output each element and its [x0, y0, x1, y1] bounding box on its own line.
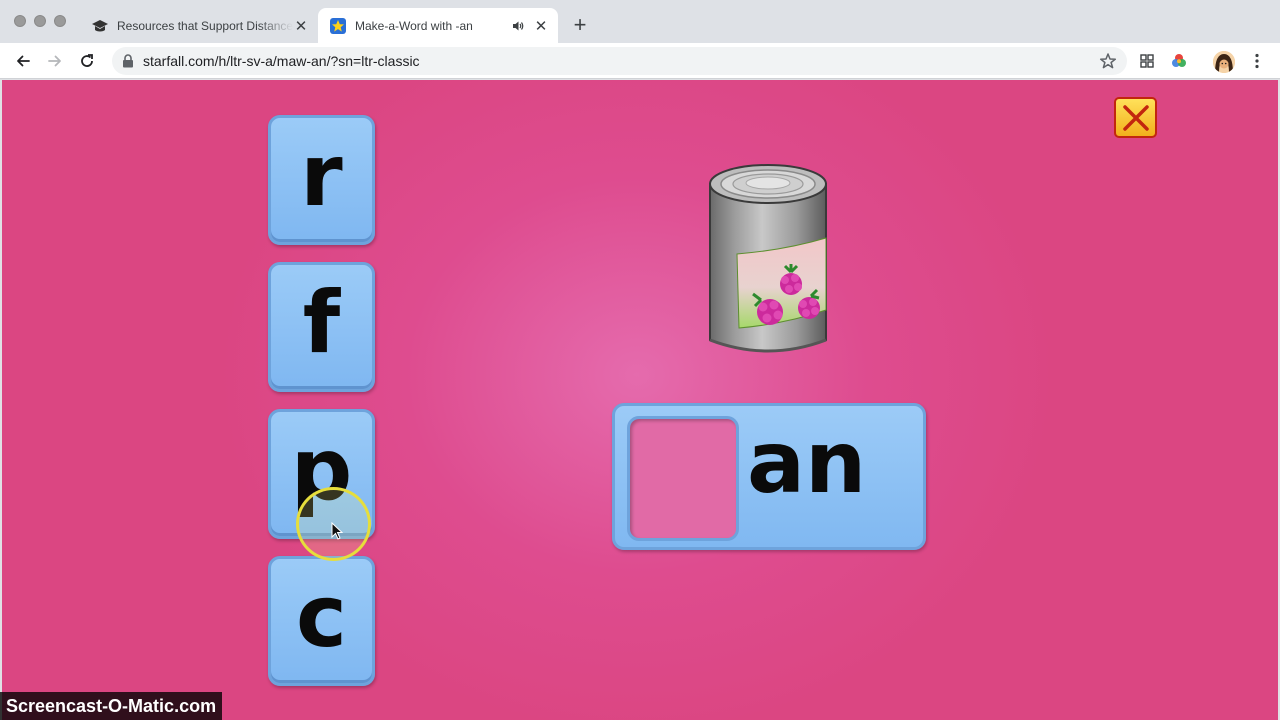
- letter: r: [300, 126, 343, 226]
- letter: f: [302, 273, 341, 373]
- color-wheel-icon: [1172, 54, 1186, 67]
- forward-arrow-icon: [48, 55, 61, 67]
- tab-close-icon[interactable]: ✕: [293, 18, 309, 35]
- back-arrow-icon: [17, 55, 30, 67]
- can-picture: [709, 164, 827, 353]
- kebab-menu-icon: [1255, 53, 1259, 69]
- tab-title: Resources that Support Distance Learning: [117, 18, 293, 33]
- address-bar[interactable]: starfall.com/h/ltr-sv-a/maw-an/?sn=ltr-c…: [112, 47, 1127, 75]
- extension-grid-button[interactable]: [1135, 49, 1159, 73]
- letter-tile-r[interactable]: r: [268, 115, 375, 245]
- letter-tile-f[interactable]: f: [268, 262, 375, 392]
- starfall-star-icon: [330, 17, 346, 34]
- back-button[interactable]: [11, 49, 35, 73]
- window-zoom-dot[interactable]: [54, 15, 66, 27]
- game-area: r f p c an: [2, 80, 1278, 720]
- screencast-watermark: Screencast-O-Matic.com: [0, 692, 223, 720]
- word-ending: an: [747, 413, 867, 513]
- browser-toolbar: starfall.com/h/ltr-sv-a/maw-an/?sn=ltr-c…: [0, 43, 1280, 79]
- bookmark-star-icon[interactable]: [1099, 52, 1117, 70]
- new-tab-button[interactable]: +: [568, 12, 592, 37]
- grid-extension-icon: [1140, 54, 1154, 68]
- color-extension-button[interactable]: [1167, 49, 1191, 73]
- letter: c: [296, 567, 347, 667]
- forward-button[interactable]: [43, 49, 67, 73]
- menu-button[interactable]: [1245, 49, 1269, 73]
- letter-tile-c[interactable]: c: [268, 556, 375, 686]
- url-text[interactable]: starfall.com/h/ltr-sv-a/maw-an/?sn=ltr-c…: [143, 53, 420, 69]
- profile-avatar[interactable]: [1213, 51, 1235, 73]
- reload-icon: [81, 54, 93, 67]
- window-close-dot[interactable]: [14, 15, 26, 27]
- word-builder: an: [612, 403, 926, 550]
- letter-drop-slot[interactable]: [627, 416, 739, 541]
- tab-title: Make-a-Word with -an: [355, 18, 473, 33]
- window-minimize-dot[interactable]: [34, 15, 46, 27]
- mouse-pointer-icon: [331, 522, 343, 540]
- speaker-icon[interactable]: [511, 19, 525, 33]
- close-x-icon: [1122, 104, 1149, 131]
- tab-strip: Resources that Support Distance Learning…: [0, 0, 1280, 43]
- lock-icon: [123, 54, 133, 68]
- tab-close-icon[interactable]: ✕: [533, 18, 549, 35]
- graduation-cap-icon: [92, 18, 108, 34]
- tab-resources[interactable]: Resources that Support Distance Learning…: [80, 8, 318, 43]
- close-game-button[interactable]: [1114, 97, 1157, 138]
- reload-button[interactable]: [75, 49, 99, 73]
- tab-make-a-word[interactable]: Make-a-Word with -an ✕: [318, 8, 558, 43]
